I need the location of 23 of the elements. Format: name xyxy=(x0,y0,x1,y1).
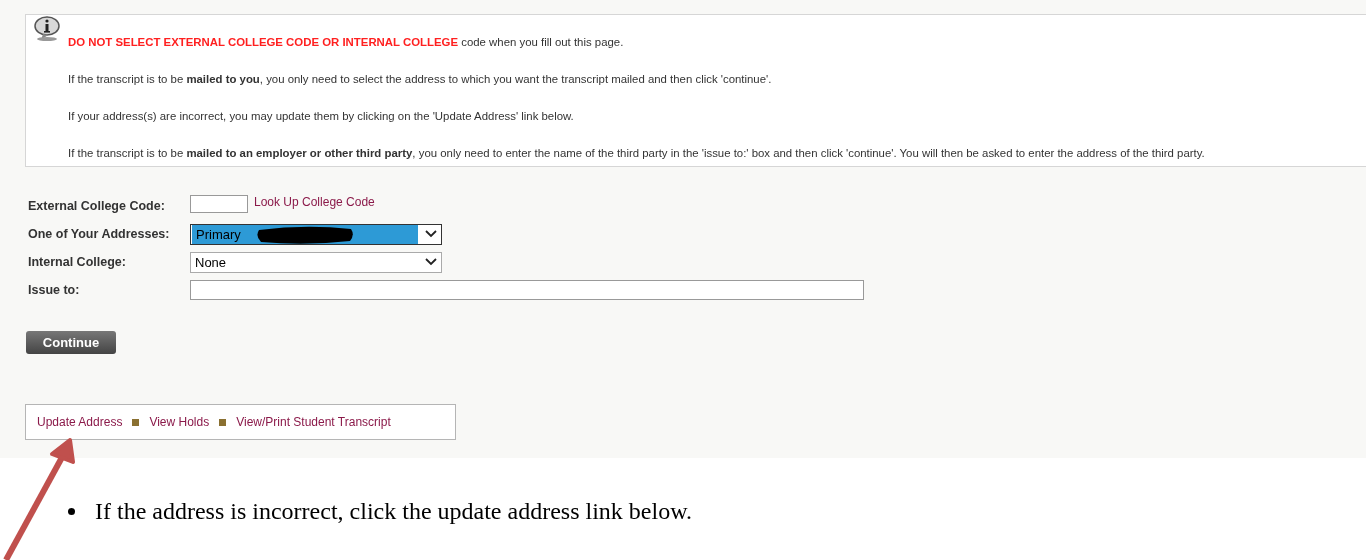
dropdown[interactable]: None xyxy=(190,251,442,273)
field-label: One of Your Addresses: xyxy=(28,227,171,241)
notice-text: DO NOT SELECT EXTERNAL COLLEGE CODE OR INTERNAL COLLEGE code when you fill out this page. xyxy=(68,35,625,50)
separator-icon xyxy=(219,418,227,426)
issue-to-field[interactable] xyxy=(190,280,864,300)
chevron-icon xyxy=(425,258,437,266)
dropdown[interactable]: Primary xyxy=(190,223,442,245)
field-label: Issue to: xyxy=(28,283,81,297)
look-up-link[interactable]: Look Up College Code xyxy=(254,195,375,209)
college-code-field[interactable] xyxy=(190,195,248,213)
chevron-icon xyxy=(425,230,437,238)
nav-link[interactable]: Update Address xyxy=(37,415,123,429)
notice-text: If the transcript is to be mailed to you, you only need to select the address to which you want the transcript mailed and then click 'continue'. xyxy=(68,72,773,87)
nav-link[interactable]: View Holds xyxy=(149,415,210,429)
field-label: Internal College: xyxy=(28,255,127,269)
bullet-text: If the address is incorrect, click the update address link below. xyxy=(95,498,692,525)
notice-text: If the transcript is to be mailed to an employer or other third party, you only need to enter the name of the third party in the 'issue to:' box and then click 'continue'. You will then be asked to enter the address of the third party. xyxy=(68,146,1206,161)
continue-button[interactable]: Continue xyxy=(26,331,116,354)
bullet-icon xyxy=(68,508,75,515)
separator-icon xyxy=(132,418,140,426)
nav-link[interactable]: View/Print Student Transcript xyxy=(236,415,391,429)
field-label: External College Code: xyxy=(28,199,166,213)
notice-text: If your address(s) are incorrect, you may update them by clicking on the 'Update Address' link below. xyxy=(68,109,575,124)
